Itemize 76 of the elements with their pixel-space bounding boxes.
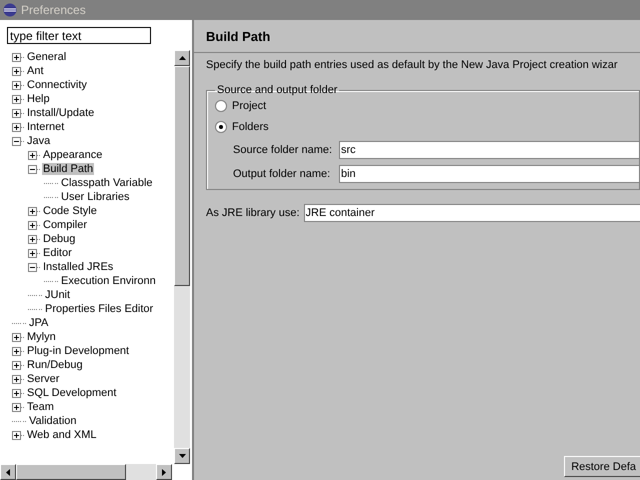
window-title: Preferences <box>21 3 86 17</box>
field-label: Source folder name: <box>233 144 334 156</box>
expand-icon[interactable] <box>28 248 37 258</box>
expand-icon[interactable] <box>12 374 21 384</box>
tree-item[interactable]: Classpath Variable <box>60 177 154 189</box>
radio-label[interactable]: Folders <box>232 121 269 133</box>
collapse-icon[interactable] <box>28 262 37 272</box>
expand-icon[interactable] <box>28 220 37 230</box>
tree-item[interactable]: JPA <box>28 317 50 329</box>
tree-item[interactable]: JUnit <box>44 289 72 301</box>
tree-item[interactable]: Install/Update <box>26 107 96 119</box>
expand-icon[interactable] <box>12 94 21 104</box>
expand-icon[interactable] <box>12 332 21 342</box>
expand-icon[interactable] <box>28 234 37 244</box>
radio-label[interactable]: Project <box>232 100 266 112</box>
tree-item[interactable]: Run/Debug <box>26 359 84 371</box>
expand-icon[interactable] <box>28 206 37 216</box>
tree-item[interactable]: Connectivity <box>26 79 88 91</box>
tree-item[interactable]: Help <box>26 93 51 105</box>
tree-item[interactable]: Plug-in Development <box>26 345 130 357</box>
radio-button[interactable] <box>215 100 227 112</box>
expand-icon[interactable] <box>12 402 21 412</box>
down-arrow-icon <box>178 454 186 458</box>
tree-item[interactable]: Compiler <box>42 219 88 231</box>
scroll-down-button[interactable] <box>174 448 190 464</box>
tree-item[interactable]: Ant <box>26 65 45 77</box>
group-title: Source and output folder <box>216 84 338 96</box>
folder-name-field[interactable]: bin <box>339 164 639 182</box>
scroll-up-button[interactable] <box>174 50 190 66</box>
expand-icon[interactable] <box>28 150 37 160</box>
radio-button[interactable] <box>215 121 227 133</box>
tree-item[interactable]: Editor <box>42 247 73 259</box>
tree-item[interactable]: Properties Files Editor <box>44 303 154 315</box>
scroll-thumb[interactable] <box>174 66 190 286</box>
tree-item[interactable]: Server <box>26 373 60 385</box>
tree-item[interactable]: User Libraries <box>60 191 130 203</box>
folder-name-field[interactable]: src <box>339 140 639 158</box>
scroll-left-button[interactable] <box>0 464 16 480</box>
expand-icon[interactable] <box>12 108 21 118</box>
app-logo-icon <box>3 3 17 17</box>
tree-item[interactable]: Appearance <box>42 149 104 161</box>
expand-icon[interactable] <box>12 52 21 62</box>
tree-item[interactable]: Mylyn <box>26 331 57 343</box>
expand-icon[interactable] <box>12 66 21 76</box>
field-label: Output folder name: <box>233 168 332 180</box>
expand-icon[interactable] <box>12 430 21 440</box>
collapse-icon[interactable] <box>12 136 21 146</box>
field-label: As JRE library use: <box>206 206 300 218</box>
expand-icon[interactable] <box>12 360 21 370</box>
tree-item[interactable]: General <box>26 51 68 63</box>
tree-item[interactable]: Team <box>26 401 55 413</box>
tree-item[interactable]: Validation <box>28 415 78 427</box>
expand-icon[interactable] <box>12 346 21 356</box>
page-title: Build Path <box>206 28 270 44</box>
restore-defaults-button[interactable]: Restore Defa <box>564 456 640 477</box>
filter-field[interactable]: type filter text <box>7 27 151 44</box>
tree-item[interactable]: Code Style <box>42 205 98 217</box>
expand-icon[interactable] <box>12 80 21 90</box>
expand-icon[interactable] <box>12 122 21 132</box>
tree-item[interactable]: SQL Development <box>26 387 118 399</box>
up-arrow-icon <box>178 56 186 60</box>
tree-item[interactable]: Internet <box>26 121 66 133</box>
description-text: Specify the build path entries used as default by the New Java Project creation wizar <box>206 59 619 71</box>
tree-item[interactable]: Web and XML <box>26 429 98 441</box>
tree-item[interactable]: Debug <box>42 233 76 245</box>
expand-icon[interactable] <box>12 388 21 398</box>
tree-item[interactable]: Build Path <box>42 163 94 175</box>
scroll-right-button[interactable] <box>156 464 172 480</box>
tree-item[interactable]: Execution Environn <box>60 275 157 287</box>
collapse-icon[interactable] <box>28 164 37 174</box>
tree-item[interactable]: Installed JREs <box>42 261 114 273</box>
jre-library-field[interactable]: JRE container <box>304 204 640 222</box>
scroll-thumb[interactable] <box>16 464 126 480</box>
right-arrow-icon <box>162 468 166 476</box>
tree-item[interactable]: Java <box>26 135 52 147</box>
left-arrow-icon <box>6 468 10 476</box>
